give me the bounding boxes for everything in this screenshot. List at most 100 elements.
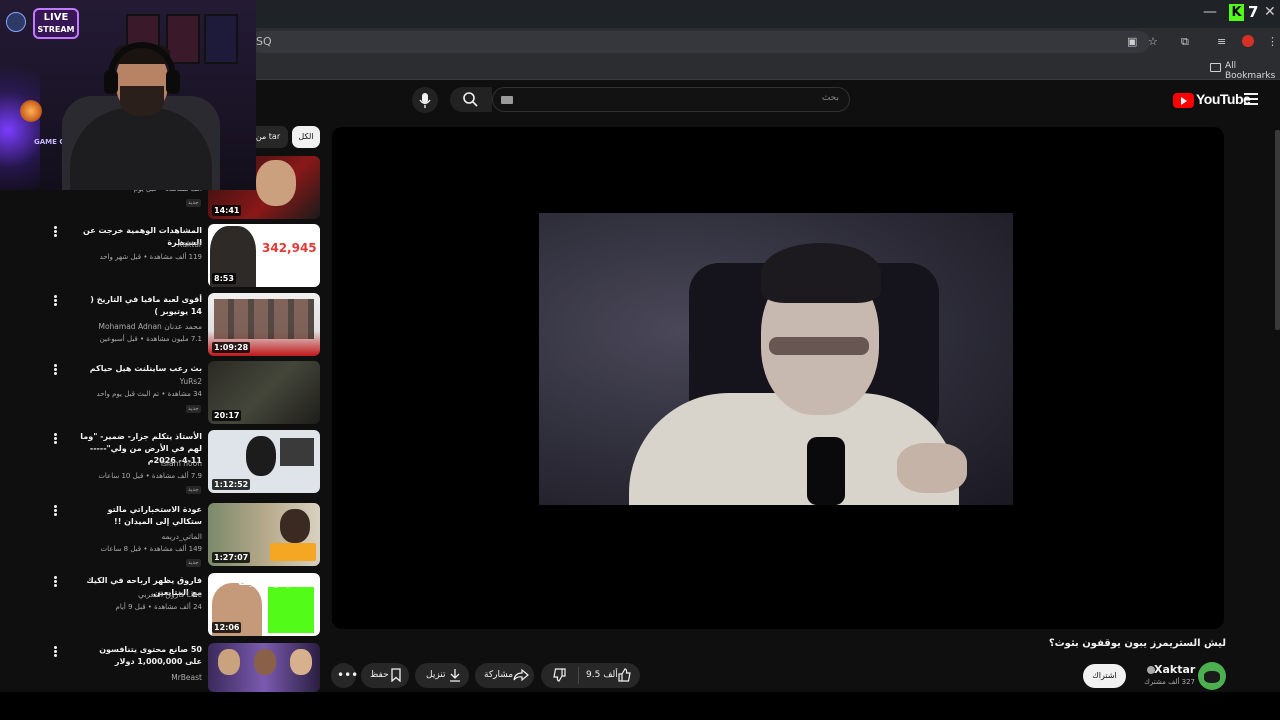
cast-icon[interactable]: ▣: [1127, 35, 1137, 49]
headphone-earcup: [166, 70, 180, 94]
video-meta: 7.1 مليون مشاهدة • قبل أسبوعين: [99, 335, 202, 343]
headphone-earcup: [104, 70, 118, 94]
video-frame: [539, 213, 1013, 505]
more-vertical-icon[interactable]: [54, 505, 58, 517]
close-icon[interactable]: ✕: [1264, 4, 1276, 20]
webcam-poster: [204, 14, 238, 64]
video-thumbnail[interactable]: 342,945 8:53: [208, 224, 320, 287]
chip-all[interactable]: الكل: [292, 126, 320, 148]
video-title: ليش الستريمرز يبون يوقفون بثوث؟: [1048, 638, 1226, 649]
streamer-webcam: GAME OVER LIVE STREAM: [0, 0, 256, 190]
all-bookmarks-link[interactable]: All Bookmarks: [1225, 61, 1280, 81]
video-title[interactable]: 50 صانع محتوى يتنافسون على 1,000,000 دول…: [80, 644, 202, 668]
webcam-lamp: [20, 100, 42, 122]
tab-count: 7: [1248, 3, 1259, 21]
thumbnail-face: [218, 649, 240, 675]
thumbs-up-icon: [618, 668, 631, 682]
duration-badge: 8:53: [208, 224, 320, 287]
video-thumbnail[interactable]: أرباح الكيك 12:06: [208, 573, 320, 636]
video-title[interactable]: عودة الاستخباراتي مالتو ستكالي إلى الميد…: [80, 504, 202, 528]
duration-badge: 12:06: [208, 573, 320, 636]
channel-name[interactable]: Xaktar: [1154, 663, 1195, 676]
new-badge: جديد: [186, 486, 201, 494]
channel-name[interactable]: فاروق المغربي Live: [80, 590, 202, 599]
video-title[interactable]: بث رعب ساينلنت هيل حياكم: [80, 363, 202, 375]
duration-badge: 1:12:52: [208, 430, 320, 493]
like-divider: [578, 667, 579, 684]
live-badge-line2: STREAM: [37, 25, 75, 34]
more-vertical-icon[interactable]: [54, 576, 58, 588]
search-icon: [463, 92, 478, 107]
live-badge-line1: LIVE: [43, 12, 69, 23]
channel-name[interactable]: الماتي_دريمه: [80, 532, 203, 541]
duration-text: 20:17: [212, 410, 242, 421]
taskbar-strip: [0, 692, 1280, 720]
duration-text: 1:12:52: [212, 479, 251, 490]
star-icon[interactable]: ☆: [1148, 35, 1158, 49]
subscriber-count: 327 ألف مشترك: [1144, 678, 1195, 686]
video-meta: 24 ألف مشاهدة • قبل 9 أيام: [115, 603, 202, 611]
video-hand: [897, 443, 967, 493]
like-button[interactable]: [617, 668, 631, 685]
extensions-icon[interactable]: ⧉: [1181, 35, 1189, 49]
video-meta: 149 ألف مشاهدة • قبل 8 ساعات: [100, 545, 202, 553]
more-vertical-icon[interactable]: [54, 295, 58, 307]
video-glasses: [769, 337, 869, 355]
channel-name[interactable]: Islam noon: [80, 459, 202, 468]
duration-text: 1:27:07: [212, 552, 251, 563]
kick-logo-icon: K: [1229, 4, 1244, 21]
video-thumbnail[interactable]: [208, 643, 320, 692]
url-field[interactable]: SQ: [250, 31, 1150, 53]
more-vertical-icon[interactable]: [54, 646, 58, 658]
minimize-icon[interactable]: —: [1203, 4, 1217, 20]
video-thumbnail[interactable]: 1:09:28: [208, 293, 320, 356]
scrollbar[interactable]: [1275, 130, 1280, 330]
search-input[interactable]: بحث: [492, 87, 850, 112]
video-thumbnail[interactable]: 1:27:07: [208, 503, 320, 566]
browser-menu-icon[interactable]: ⋮: [1267, 35, 1278, 49]
screen: — K 7 ✕ SQ ▣ ☆ ⧉ ≡ ⋮ All Bookmarks YouTu…: [0, 0, 1280, 720]
video-microphone: [807, 437, 845, 505]
channel-name[interactable]: MrBeast: [80, 673, 202, 682]
media-icon[interactable]: ≡: [1217, 35, 1226, 49]
duration-text: 12:06: [212, 622, 242, 633]
new-badge: جديد: [186, 199, 201, 207]
video-meta: 34 مشاهدة • تم البث قبل يوم واحد: [96, 390, 202, 398]
live-stream-badge: LIVE STREAM: [33, 8, 79, 39]
video-thumbnail[interactable]: 1:12:52: [208, 430, 320, 493]
channel-avatar[interactable]: [1198, 662, 1226, 690]
more-vertical-icon[interactable]: [54, 226, 58, 238]
duration-text: 1:09:28: [212, 342, 251, 353]
youtube-logo-text[interactable]: YouTube: [1196, 91, 1251, 107]
video-title[interactable]: أقوى لعبة مافيا في التاريخ ( 14 يوتيوبر …: [80, 294, 202, 318]
more-vertical-icon[interactable]: [54, 433, 58, 445]
search-placeholder: بحث: [821, 93, 839, 103]
channel-name[interactable]: YuRs2: [80, 377, 202, 386]
new-badge: جديد: [186, 405, 201, 413]
video-meta: 119 ألف مشاهدة • قبل شهر واحد: [99, 253, 202, 261]
subscribe-button[interactable]: اشتراك: [1083, 664, 1126, 688]
share-icon: [513, 668, 529, 685]
thumbnail-face: [254, 649, 276, 675]
microphone-icon: [419, 93, 431, 108]
verified-icon: [1147, 666, 1155, 674]
more-vertical-icon[interactable]: [54, 364, 58, 376]
search-button[interactable]: [450, 87, 492, 112]
channel-emblem-icon: [6, 12, 26, 32]
channel-name[interactable]: Mohamad Adnan محمد عدنان: [80, 322, 202, 331]
duration-badge: 1:27:07: [208, 503, 320, 566]
profile-icon[interactable]: [1242, 35, 1254, 47]
keyboard-icon[interactable]: [501, 96, 513, 104]
duration-badge: 1:09:28: [208, 293, 320, 356]
voice-search-button[interactable]: [412, 87, 438, 113]
duration-badge: 20:17: [208, 361, 320, 424]
avatar-face: [1204, 671, 1220, 683]
video-thumbnail[interactable]: 20:17: [208, 361, 320, 424]
dislike-button[interactable]: [553, 668, 567, 685]
video-player[interactable]: [332, 127, 1224, 629]
channel-name[interactable]: Xaktar: [80, 240, 202, 249]
save-label: حفظ: [370, 670, 389, 680]
url-text: SQ: [256, 35, 272, 48]
more-horizontal-icon: •••: [337, 668, 359, 682]
like-count: 9.5 ألف: [586, 670, 618, 680]
